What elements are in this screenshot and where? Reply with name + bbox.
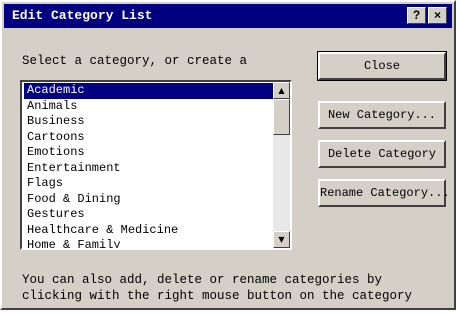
list-scrollbar[interactable]: ▲ ▼ <box>273 82 290 248</box>
hint-line-1: You can also add, delete or rename categ… <box>22 273 383 287</box>
list-item[interactable]: Gestures <box>24 207 274 223</box>
arrow-up-icon: ▲ <box>278 86 285 95</box>
rename-category-button[interactable]: Rename Category... <box>318 179 450 207</box>
title-close-button[interactable]: × <box>428 7 447 24</box>
close-button[interactable]: Close <box>317 51 447 81</box>
hint-text: You can also add, delete or rename categ… <box>22 272 452 304</box>
list-item[interactable]: Entertainment <box>24 161 274 177</box>
scroll-down-button[interactable]: ▼ <box>273 231 290 248</box>
hint-line-2: clicking with the right mouse button on … <box>22 289 413 303</box>
scroll-thumb[interactable] <box>273 99 290 135</box>
list-item[interactable]: Animals <box>24 99 274 115</box>
list-item[interactable]: Healthcare & Medicine <box>24 223 274 239</box>
help-button[interactable]: ? <box>407 7 426 24</box>
list-item[interactable]: Emotions <box>24 145 274 161</box>
list-item[interactable]: Home & Family <box>24 238 274 248</box>
edit-category-dialog: Edit Category List ? × Select a category… <box>0 0 456 310</box>
scroll-up-button[interactable]: ▲ <box>273 82 290 99</box>
help-icon: ? <box>412 8 421 22</box>
category-list: Academic Animals Business Cartoons Emotions E… <box>24 83 274 248</box>
close-icon: × <box>433 8 441 22</box>
delete-category-button[interactable]: Delete Category <box>318 140 446 168</box>
arrow-down-icon: ▼ <box>278 235 285 244</box>
list-item[interactable]: Cartoons <box>24 130 274 146</box>
category-listbox[interactable]: Academic Animals Business Cartoons Emotions E… <box>20 80 292 250</box>
list-item[interactable]: Flags <box>24 176 274 192</box>
list-item[interactable]: Academic <box>24 83 274 99</box>
title-bar[interactable]: Edit Category List ? × <box>4 4 452 28</box>
list-item[interactable]: Business <box>24 114 274 130</box>
list-item[interactable]: Food & Dining <box>24 192 274 208</box>
category-prompt: Select a category, or create a <box>22 54 248 68</box>
dialog-title: Edit Category List <box>12 8 153 23</box>
new-category-button[interactable]: New Category... <box>318 101 446 129</box>
